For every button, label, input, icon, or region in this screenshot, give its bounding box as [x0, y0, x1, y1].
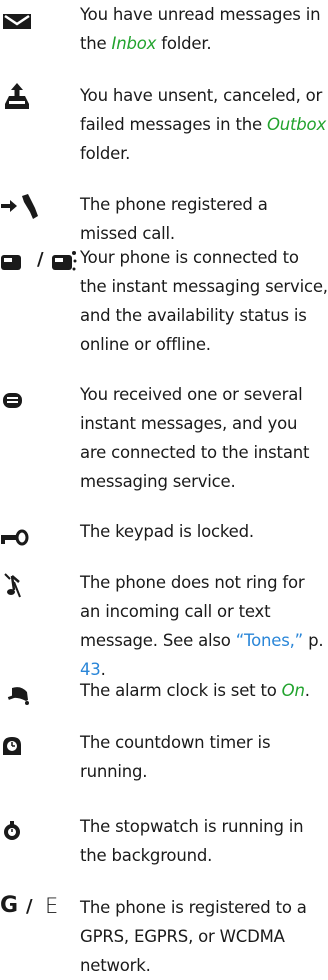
indicator-description: You have unread messages in the Inbox fo… [80, 5, 321, 53]
inbox-folder-name: Inbox [111, 34, 157, 53]
outbox-folder-name: Outbox [266, 115, 327, 134]
countdown-timer-icon [0, 728, 80, 758]
tones-link[interactable]: “Tones,” [236, 631, 304, 650]
edge-glyph: E [45, 894, 59, 918]
gprs-edge-icon: G / E [0, 893, 80, 923]
on-setting: On [281, 681, 305, 700]
indicator-description: The alarm clock is set to On. [80, 681, 310, 700]
gprs-glyph: G [0, 893, 19, 918]
outbox-icon [0, 81, 80, 111]
icon-separator: / [37, 249, 44, 270]
alarm-bell-icon [0, 676, 80, 706]
missed-call-icon [0, 190, 80, 220]
envelope-icon [0, 0, 80, 30]
indicator-description: The stopwatch is running in the backgrou… [80, 817, 304, 865]
indicator-description: The phone registered a missed call. [80, 195, 268, 243]
instant-message-icon [0, 380, 80, 410]
im-status-icon: / [0, 243, 80, 273]
indicator-description: The keypad is locked. [80, 522, 254, 541]
stopwatch-icon [0, 812, 80, 842]
silent-icon [0, 568, 80, 598]
indicator-description: The phone is registered to a GPRS, EGPRS… [80, 898, 307, 975]
indicator-description: You have unsent, canceled, or failed mes… [80, 86, 327, 163]
indicator-description: The countdown timer is running. [80, 733, 271, 781]
indicator-description: You received one or several instant mess… [80, 385, 310, 491]
keypad-lock-icon [0, 517, 80, 547]
icon-separator: / [26, 896, 33, 917]
indicator-description: Your phone is connected to the instant m… [80, 248, 328, 354]
indicator-description: The phone does not ring for an incoming … [80, 573, 324, 679]
